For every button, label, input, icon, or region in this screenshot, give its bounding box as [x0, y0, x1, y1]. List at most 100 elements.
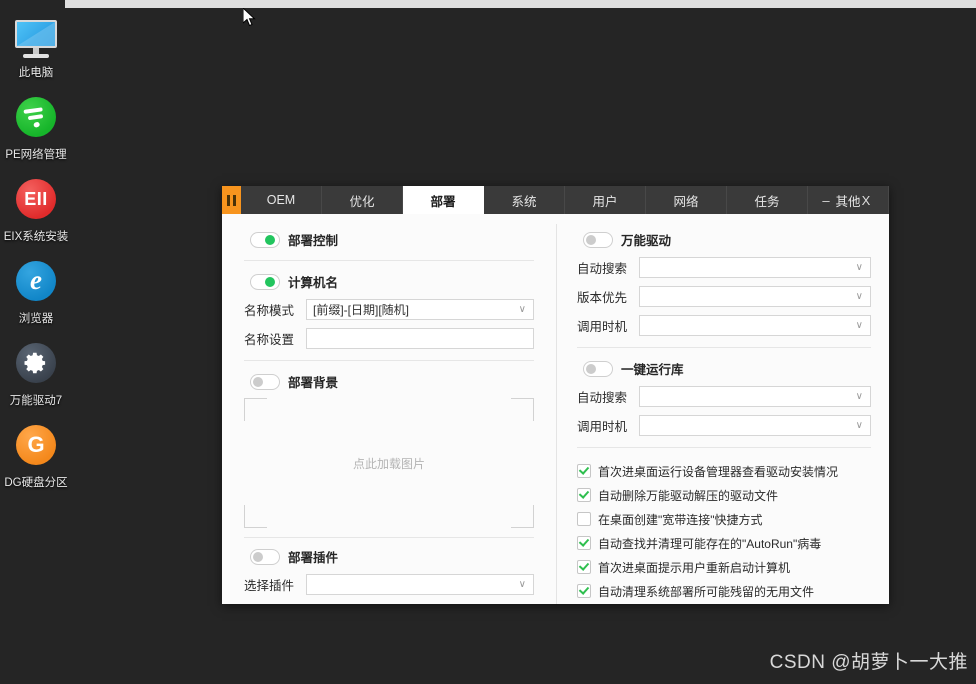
divider [244, 537, 534, 538]
tab-deploy[interactable]: 部署 [403, 186, 484, 214]
checkbox-icon[interactable] [577, 512, 591, 526]
watermark: CSDN @胡萝卜一大推 [769, 652, 968, 673]
field-label: 自动搜索 [577, 391, 628, 405]
chevron-down-icon: ∨ [855, 391, 863, 402]
toggle-switch[interactable] [250, 373, 280, 390]
tab-user[interactable]: 用户 [565, 186, 646, 214]
desktop-icon-this-pc[interactable]: 此电脑 [0, 14, 72, 80]
checkbox-icon[interactable] [577, 560, 591, 574]
checkbox-label: 自动查找并清理可能存在的"AutoRun"病毒 [598, 536, 822, 551]
checkbox-icon[interactable] [577, 488, 591, 502]
checkbox-label: 自动清理系统部署所可能残留的无用文件 [598, 584, 815, 599]
tab-network[interactable]: 网络 [646, 186, 727, 214]
toggle-deploy-control[interactable]: 部署控制 [250, 230, 534, 249]
check-prompt-restart[interactable]: 首次进桌面提示用户重新启动计算机 [577, 555, 871, 579]
field-label: 自动搜索 [577, 262, 628, 276]
toggle-universal-driver[interactable]: 万能驱动 [583, 230, 871, 249]
toggle-label: 部署控制 [288, 234, 339, 248]
monitor-icon [12, 14, 60, 62]
driver-version-priority-select[interactable]: ∨ [639, 286, 871, 307]
background-image-dropzone[interactable]: 点此加载图片 [244, 398, 534, 528]
toggle-switch[interactable] [583, 360, 613, 377]
toggle-runtime-library[interactable]: 一键运行库 [583, 359, 871, 378]
checkbox-icon[interactable] [577, 536, 591, 550]
title-bar: OEM 优化 部署 系统 用户 网络 任务 其他 – X [222, 186, 889, 214]
field-label: 名称设置 [244, 333, 295, 347]
name-setting-input[interactable] [306, 328, 534, 349]
desktop-icon-universal-driver-7[interactable]: 万能驱动7 [0, 342, 72, 408]
minimize-button[interactable]: – [811, 186, 841, 214]
desktop-icon-dg-disk-partition[interactable]: G DG硬盘分区 [0, 424, 72, 490]
toggle-deploy-background[interactable]: 部署背景 [250, 372, 534, 391]
divider [244, 260, 534, 261]
corner-bracket [244, 398, 267, 421]
field-driver-auto-search: 自动搜索 ∨ [577, 257, 871, 278]
tab-task[interactable]: 任务 [727, 186, 808, 214]
field-label: 选择插件 [244, 579, 295, 593]
desktop-icon-label: 浏览器 [18, 313, 54, 325]
mouse-cursor [243, 8, 256, 27]
dropzone-hint: 点此加载图片 [352, 456, 425, 471]
desktop-icon-label: 万能驱动7 [9, 395, 63, 407]
window-body: 部署控制 计算机名 名称模式 [前缀]-[日期][随机] ∨ 名称设置 部署背景… [222, 214, 889, 604]
check-delete-driver-files[interactable]: 自动删除万能驱动解压的驱动文件 [577, 483, 871, 507]
field-driver-version-priority: 版本优先 ∨ [577, 286, 871, 307]
chevron-down-icon: ∨ [518, 304, 526, 315]
dg-icon-glyph: G [16, 425, 56, 465]
toggle-computer-name[interactable]: 计算机名 [250, 272, 534, 291]
check-create-broadband-shortcut[interactable]: 在桌面创建"宽带连接"快捷方式 [577, 507, 871, 531]
name-pattern-select[interactable]: [前缀]-[日期][随机] ∨ [306, 299, 534, 320]
toggle-switch[interactable] [250, 273, 280, 290]
toggle-deploy-plugin[interactable]: 部署插件 [250, 547, 534, 566]
toggle-label: 计算机名 [288, 276, 339, 290]
field-label: 名称模式 [244, 304, 295, 318]
toggle-switch[interactable] [250, 548, 280, 565]
desktop-icon-label: 此电脑 [18, 67, 54, 79]
check-clean-residual-files[interactable]: 自动清理系统部署所可能残留的无用文件 [577, 579, 871, 603]
divider [577, 447, 871, 448]
checkbox-label: 在桌面创建"宽带连接"快捷方式 [598, 512, 763, 527]
toggle-switch[interactable] [583, 231, 613, 248]
tab-system[interactable]: 系统 [484, 186, 565, 214]
toggle-label: 部署插件 [288, 551, 339, 565]
field-label: 调用时机 [577, 420, 628, 434]
field-runtime-call-timing: 调用时机 ∨ [577, 415, 871, 436]
desktop-icon-eix-system-install[interactable]: EII EIX系统安装 [0, 178, 72, 244]
driver-call-timing-select[interactable]: ∨ [639, 315, 871, 336]
desktop-icon-pe-network-manager[interactable]: PE网络管理 [0, 96, 72, 162]
tab-optimize[interactable]: 优化 [322, 186, 403, 214]
ie-icon-glyph: e [16, 261, 56, 301]
divider [244, 360, 534, 361]
check-clean-autorun-virus[interactable]: 自动查找并清理可能存在的"AutoRun"病毒 [577, 531, 871, 555]
field-name-pattern: 名称模式 [前缀]-[日期][随机] ∨ [244, 299, 534, 320]
tab-oem[interactable]: OEM [241, 186, 322, 214]
desktop-icon-label: EIX系统安装 [3, 231, 69, 243]
toggle-switch[interactable] [250, 231, 280, 248]
eix-icon-glyph: EII [16, 179, 56, 219]
close-button[interactable]: X [851, 186, 881, 214]
runtime-auto-search-select[interactable]: ∨ [639, 386, 871, 407]
check-run-device-manager[interactable]: 首次进桌面运行设备管理器查看驱动安装情况 [577, 459, 871, 483]
pause-icon[interactable] [222, 186, 241, 214]
desktop-icon-browser[interactable]: e 浏览器 [0, 260, 72, 326]
driver-auto-search-select[interactable]: ∨ [639, 257, 871, 278]
desktop-icon-label: PE网络管理 [5, 149, 67, 161]
select-plugin-select[interactable]: ∨ [306, 574, 534, 595]
checkbox-icon[interactable] [577, 584, 591, 598]
wifi-circle-icon [12, 96, 60, 144]
desktop-icon-label: DG硬盘分区 [4, 477, 68, 489]
field-label: 调用时机 [577, 320, 628, 334]
field-driver-call-timing: 调用时机 ∨ [577, 315, 871, 336]
toggle-label: 万能驱动 [621, 234, 672, 248]
chevron-down-icon: ∨ [855, 320, 863, 331]
toggle-label: 部署背景 [288, 376, 339, 390]
runtime-call-timing-select[interactable]: ∨ [639, 415, 871, 436]
divider [577, 347, 871, 348]
top-screen-strip [65, 0, 976, 8]
chevron-down-icon: ∨ [855, 291, 863, 302]
desktop-icon-list: 此电脑 PE网络管理 EII EIX系统安装 e 浏览器 万能驱动7 G DG硬… [0, 14, 72, 506]
checkbox-label: 首次进桌面运行设备管理器查看驱动安装情况 [598, 464, 839, 479]
internet-explorer-icon: e [12, 260, 60, 308]
checkbox-icon[interactable] [577, 464, 591, 478]
right-panel: 万能驱动 自动搜索 ∨ 版本优先 ∨ 调用时机 ∨ 一键运行库 自动搜索 ∨ 调… [556, 224, 889, 604]
